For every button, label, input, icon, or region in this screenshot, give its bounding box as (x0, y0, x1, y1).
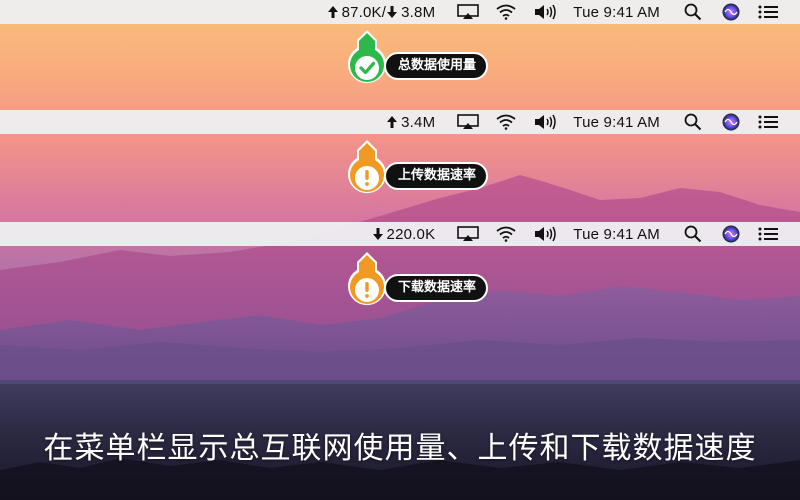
menubar-1: 87.0K/ 3.8M Tue 9:41 AM (0, 0, 800, 24)
volume-icon[interactable] (533, 114, 557, 130)
wifi-icon[interactable] (495, 4, 517, 20)
exclamation-icon (344, 138, 390, 200)
download-value: 220.0K (386, 225, 436, 243)
callout-label: 下载数据速率 (384, 274, 489, 302)
notification-center-icon[interactable] (758, 5, 778, 19)
menubar-clock[interactable]: Tue 9:41 AM (573, 110, 660, 134)
callout-label: 上传数据速率 (384, 162, 489, 190)
notification-center-icon[interactable] (758, 115, 778, 129)
spotlight-search-icon[interactable] (684, 3, 702, 21)
volume-icon[interactable] (533, 4, 557, 20)
siri-icon[interactable] (722, 225, 740, 243)
wifi-icon[interactable] (495, 114, 517, 130)
network-usage-item[interactable]: 3.4M (386, 110, 435, 134)
upload-value: 3.4M (401, 113, 436, 131)
download-arrow-icon (372, 228, 383, 240)
volume-icon[interactable] (533, 226, 557, 242)
menubar-3: 220.0K Tue 9:41 AM (0, 222, 800, 246)
caption-text: 在菜单栏显示总互联网使用量、上传和下载数据速度 (43, 431, 757, 466)
menubar-clock[interactable]: Tue 9:41 AM (573, 222, 660, 246)
network-usage-item[interactable]: 220.0K (372, 222, 436, 246)
network-usage-item[interactable]: 87.0K/ 3.8M (327, 0, 436, 24)
callout-label: 总数据使用量 (384, 52, 489, 80)
menubar-2: 3.4M Tue 9:41 AM (0, 110, 800, 134)
download-value: 3.8M (401, 3, 436, 21)
exclamation-icon (344, 250, 390, 312)
upload-arrow-icon (387, 116, 398, 128)
notification-center-icon[interactable] (758, 227, 778, 241)
upload-arrow-icon (327, 6, 338, 18)
wifi-icon[interactable] (495, 226, 517, 242)
spotlight-search-icon[interactable] (684, 225, 702, 243)
callout-total-usage: 总数据使用量 (344, 28, 489, 90)
checkmark-icon (344, 28, 390, 90)
siri-icon[interactable] (722, 3, 740, 21)
airplay-icon[interactable] (457, 4, 480, 20)
callout-upload-rate: 上传数据速率 (344, 138, 489, 200)
spotlight-search-icon[interactable] (684, 113, 702, 131)
download-arrow-icon (387, 6, 398, 18)
upload-value: 87.0K/ (341, 3, 387, 21)
airplay-icon[interactable] (457, 114, 480, 130)
callout-download-rate: 下载数据速率 (344, 250, 489, 312)
airplay-icon[interactable] (457, 226, 480, 242)
menubar-clock[interactable]: Tue 9:41 AM (573, 0, 660, 24)
siri-icon[interactable] (722, 113, 740, 131)
